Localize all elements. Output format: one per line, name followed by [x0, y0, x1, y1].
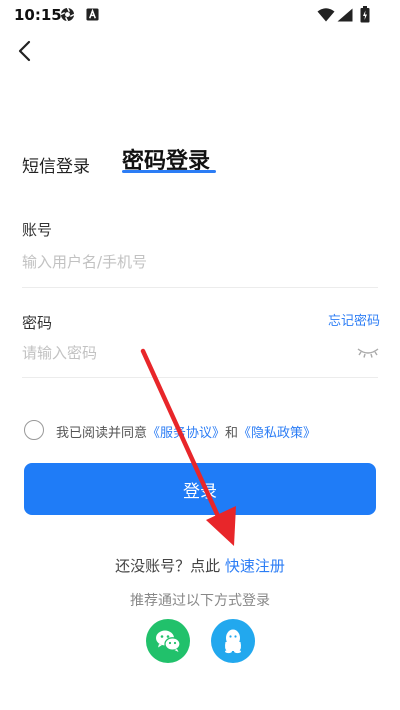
password-input[interactable]	[22, 341, 332, 365]
agreement-prefix: 我已阅读并同意	[56, 426, 148, 441]
wechat-login-button[interactable]	[146, 619, 190, 663]
password-divider	[22, 377, 378, 378]
battery-icon	[360, 6, 370, 23]
status-time: 10:15	[14, 6, 62, 24]
chevron-left-icon[interactable]	[12, 38, 38, 64]
eye-closed-icon[interactable]	[356, 346, 380, 360]
service-agreement-link[interactable]: 《服务协议》	[147, 426, 225, 441]
wifi-icon	[317, 8, 335, 22]
account-divider	[22, 287, 378, 288]
quick-register-link[interactable]: 快速注册	[225, 557, 285, 575]
active-tab-indicator	[122, 170, 216, 173]
register-prompt-line: 还没账号？点此 快速注册	[0, 555, 400, 576]
signal-icon	[337, 8, 353, 22]
account-label: 账号	[22, 221, 53, 239]
register-prompt: 还没账号？点此	[115, 557, 221, 575]
agreement-and: 和	[225, 426, 239, 441]
account-input[interactable]	[22, 250, 362, 274]
privacy-policy-link[interactable]: 《隐私政策》	[238, 426, 316, 441]
notification-a-icon	[86, 8, 99, 21]
agreement-text: 我已阅读并同意《服务协议》和《隐私政策》	[56, 422, 316, 441]
qq-icon	[225, 629, 241, 654]
status-bar: 10:15	[0, 0, 400, 28]
login-button[interactable]: 登录	[24, 463, 376, 515]
social-login-hint: 推荐通过以下方式登录	[130, 593, 270, 609]
qq-login-button[interactable]	[211, 619, 255, 663]
tab-sms-login[interactable]: 短信登录	[22, 152, 90, 177]
wechat-icon	[156, 630, 181, 652]
forgot-password-link[interactable]: 忘记密码	[328, 310, 380, 329]
password-label: 密码	[22, 314, 53, 332]
agreement-checkbox[interactable]	[24, 420, 44, 440]
settings-app-icon	[60, 7, 75, 22]
